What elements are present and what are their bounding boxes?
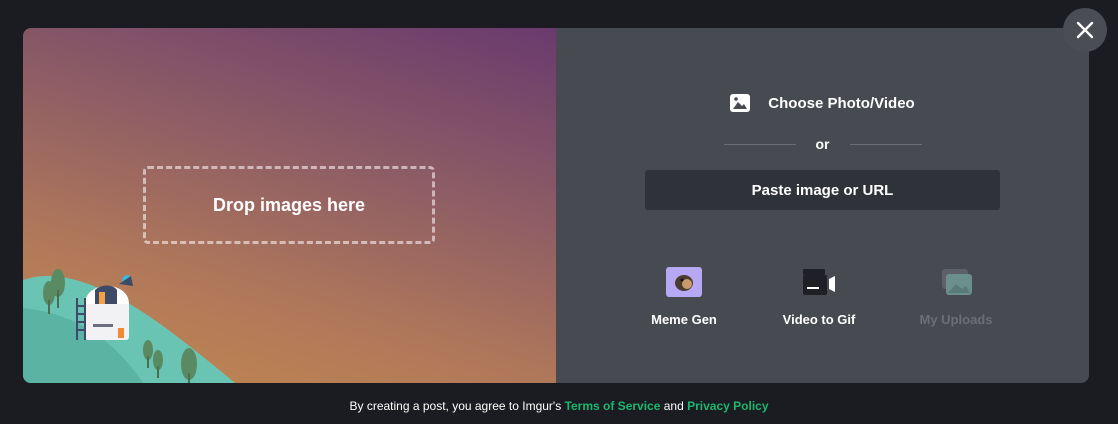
close-button[interactable] [1063,8,1107,52]
paste-image-url-button[interactable]: Paste image or URL [645,170,1000,210]
meme-gen-label: Meme Gen [651,312,717,327]
or-text: or [815,136,830,152]
drop-area-pane[interactable]: Drop images here [23,28,556,383]
divider-line-left [723,143,796,145]
meme-gen-icon [666,266,702,298]
privacy-policy-link[interactable]: Privacy Policy [687,399,768,413]
terms-of-service-link[interactable]: Terms of Service [565,399,661,413]
footer-and-text: and [663,399,684,413]
my-uploads-label: My Uploads [919,312,993,327]
video-to-gif-button[interactable]: Video to Gif [759,266,879,327]
image-icon [730,94,751,112]
or-divider: or [556,136,1089,152]
divider-line-right [849,143,922,145]
my-uploads-button[interactable]: My Uploads [896,266,1016,327]
choose-photo-video-label: Choose Photo/Video [768,94,915,112]
meme-gen-button[interactable]: Meme Gen [624,266,744,327]
choose-photo-video-button[interactable]: Choose Photo/Video [556,94,1089,112]
footer-prefix-text: By creating a post, you agree to Imgur's [349,399,562,413]
terms-footer: By creating a post, you agree to Imgur's… [0,399,1118,413]
drop-zone-label: Drop images here [212,194,366,215]
upload-options-pane: Choose Photo/Video or Paste image or URL… [556,28,1089,383]
upload-modal: Drop images here Choose Photo/Video or P… [23,28,1089,383]
video-to-gif-label: Video to Gif [782,312,856,327]
drop-zone[interactable]: Drop images here [143,166,435,244]
close-icon [1076,21,1094,39]
video-camera-icon [801,266,837,298]
photos-icon [938,266,974,298]
